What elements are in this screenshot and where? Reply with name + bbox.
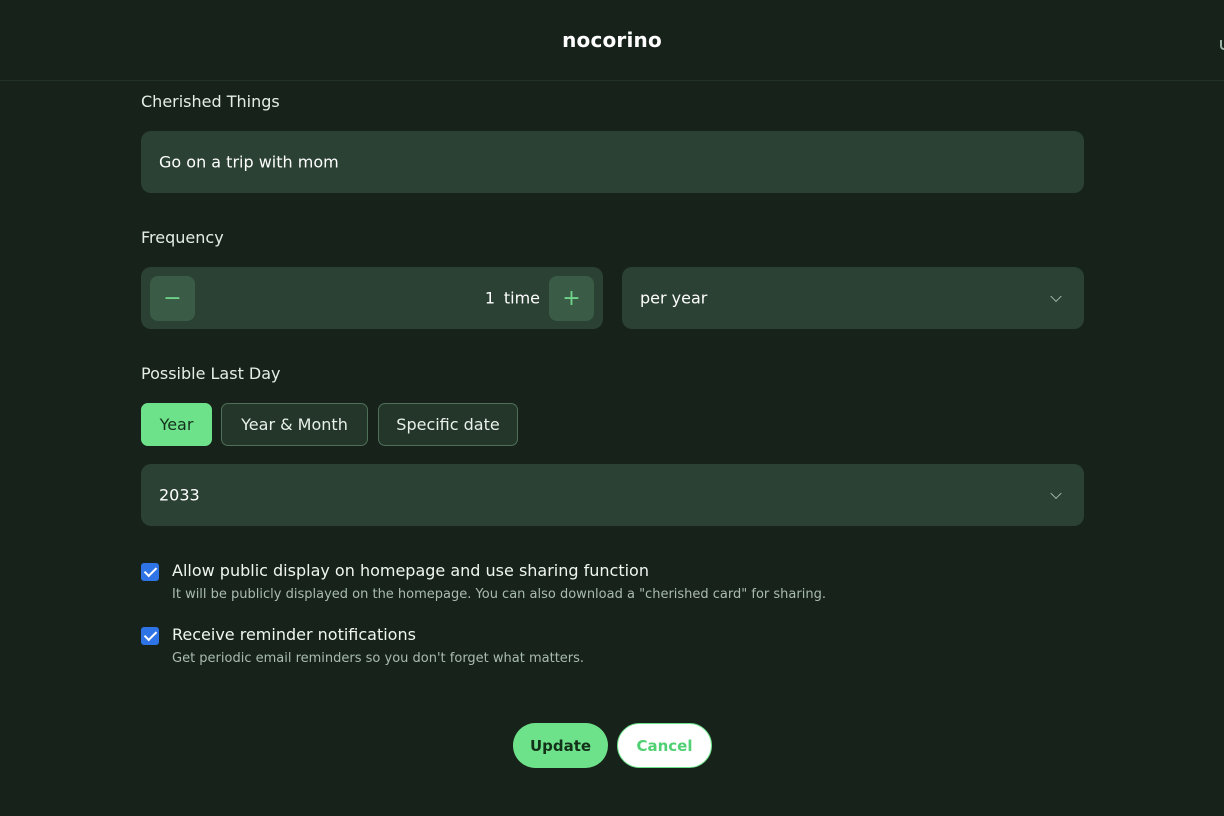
decrement-button[interactable]: − bbox=[150, 276, 195, 321]
year-select[interactable]: 2033 bbox=[141, 464, 1084, 526]
frequency-period-select[interactable]: per year bbox=[622, 267, 1084, 329]
possible-last-day-label: Possible Last Day bbox=[141, 364, 281, 383]
chevron-down-icon bbox=[1050, 487, 1062, 500]
cherished-things-label: Cherished Things bbox=[141, 92, 280, 111]
minus-icon: − bbox=[163, 286, 182, 311]
update-button[interactable]: Update bbox=[513, 723, 608, 768]
option-year-month[interactable]: Year & Month bbox=[221, 403, 368, 446]
cancel-button[interactable]: Cancel bbox=[617, 723, 712, 768]
year-value: 2033 bbox=[159, 485, 200, 505]
public-display-checkbox[interactable] bbox=[141, 563, 159, 581]
frequency-unit: time bbox=[503, 288, 540, 308]
plus-icon: + bbox=[562, 286, 581, 311]
reminder-checkbox[interactable] bbox=[141, 627, 159, 645]
option-year[interactable]: Year bbox=[141, 403, 212, 446]
app-title: nocorino bbox=[562, 28, 662, 52]
frequency-period-value: per year bbox=[640, 288, 708, 308]
reminder-label[interactable]: Receive reminder notifications bbox=[172, 625, 416, 644]
cherished-things-value: Go on a trip with mom bbox=[159, 152, 339, 172]
reminder-help: Get periodic email reminders so you don'… bbox=[172, 651, 585, 666]
menu-icon[interactable] bbox=[1220, 40, 1224, 50]
checkmark-icon bbox=[143, 563, 157, 578]
frequency-label: Frequency bbox=[141, 228, 224, 247]
chevron-down-icon bbox=[1050, 290, 1062, 303]
option-specific-date[interactable]: Specific date bbox=[378, 403, 518, 446]
public-display-help: It will be publicly displayed on the hom… bbox=[172, 587, 826, 602]
frequency-count[interactable]: 1 bbox=[485, 289, 495, 308]
increment-button[interactable]: + bbox=[549, 276, 594, 321]
cherished-things-input[interactable]: Go on a trip with mom bbox=[141, 131, 1084, 193]
app-header: nocorino bbox=[0, 0, 1224, 81]
frequency-stepper: − 1 time + bbox=[141, 267, 603, 329]
checkmark-icon bbox=[143, 627, 157, 642]
public-display-label[interactable]: Allow public display on homepage and use… bbox=[172, 561, 649, 580]
